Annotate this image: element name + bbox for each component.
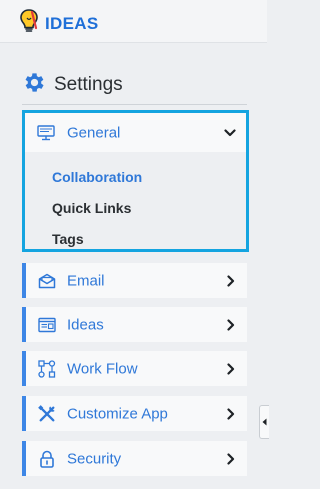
sidebar-item-security[interactable]: Security bbox=[22, 441, 247, 476]
general-group: General Collaboration Quick Links Tags bbox=[22, 110, 249, 252]
brand-logo[interactable]: IDEAS bbox=[18, 8, 98, 39]
collapse-sidebar-handle[interactable] bbox=[259, 405, 269, 439]
monitor-icon bbox=[37, 124, 55, 142]
gear-icon bbox=[22, 70, 47, 100]
lightbulb-icon bbox=[18, 8, 40, 39]
chevron-right-icon bbox=[225, 318, 237, 331]
chevron-right-icon bbox=[225, 407, 237, 420]
browser-window-icon bbox=[38, 316, 56, 334]
brand-name: IDEAS bbox=[45, 13, 99, 33]
sidebar-item-label: Customize App bbox=[67, 405, 168, 422]
submenu-item-tags[interactable]: Tags bbox=[52, 231, 84, 247]
sidebar-item-label: Work Flow bbox=[67, 360, 138, 377]
sidebar-item-general[interactable]: General bbox=[25, 113, 246, 152]
settings-sidebar-page: IDEAS Settings General Collaboration Qui… bbox=[0, 0, 269, 489]
submenu-item-collaboration[interactable]: Collaboration bbox=[52, 169, 142, 185]
top-bar: IDEAS bbox=[0, 0, 267, 43]
sidebar-item-customize-app[interactable]: Customize App bbox=[22, 396, 247, 431]
lock-icon bbox=[38, 450, 56, 468]
sidebar-item-label: Security bbox=[67, 450, 122, 467]
sidebar-item-label: Ideas bbox=[67, 316, 104, 333]
sidebar-item-work-flow[interactable]: Work Flow bbox=[22, 351, 247, 386]
page-title: Settings bbox=[54, 74, 123, 95]
sidebar-item-label: Email bbox=[67, 272, 105, 289]
sidebar-item-ideas[interactable]: Ideas bbox=[22, 307, 247, 342]
workflow-icon bbox=[38, 359, 56, 378]
envelope-icon bbox=[38, 272, 56, 290]
chevron-right-icon bbox=[225, 452, 237, 465]
chevron-down-icon[interactable] bbox=[224, 127, 236, 139]
submenu-item-quick-links[interactable]: Quick Links bbox=[52, 200, 131, 216]
chevron-right-icon bbox=[225, 362, 237, 375]
settings-heading: Settings bbox=[22, 70, 123, 100]
tools-icon bbox=[38, 404, 56, 423]
title-divider bbox=[22, 104, 247, 105]
chevron-right-icon bbox=[225, 274, 237, 287]
sidebar-item-label: General bbox=[67, 124, 121, 141]
caret-left-icon bbox=[262, 413, 267, 431]
sidebar-item-email[interactable]: Email bbox=[22, 263, 247, 298]
